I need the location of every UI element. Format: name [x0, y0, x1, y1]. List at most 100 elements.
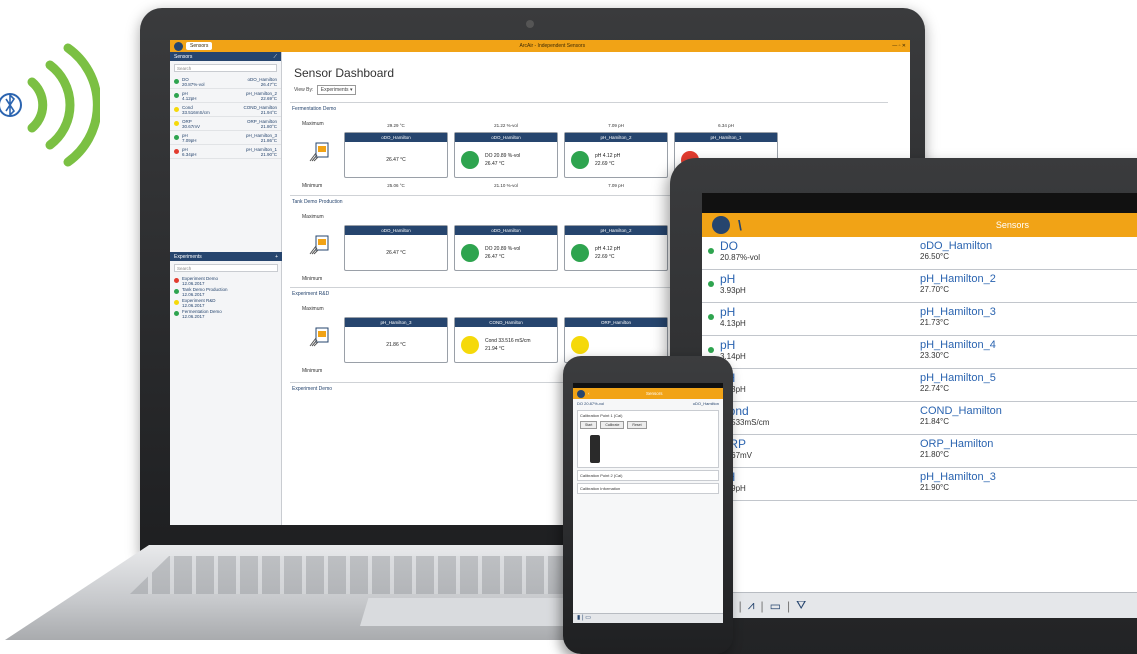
sensor-card[interactable]: COND_Hamilton Cond 33.516 mS/cm 21.94 °C: [454, 317, 558, 363]
experiment-date: 12.06.2017: [182, 302, 205, 308]
tablet-reading: ORP 30.67mV: [720, 438, 920, 461]
tablet-sensor-row[interactable]: pH 4.13pH pH_Hamilton_3 21.73°C: [702, 303, 1137, 336]
sensor-name: ORP_Hamilton: [246, 118, 277, 124]
experiment-search-input[interactable]: Search: [174, 264, 278, 272]
reset-button[interactable]: Reset: [627, 421, 647, 429]
sensor-list-item[interactable]: ORP 30.67mV ORP_Hamilton 21.80°C: [170, 117, 281, 131]
sensor-list-item[interactable]: pH 7.09pH pH_Hamilton_3 21.86°C: [170, 131, 281, 145]
tablet-sensor-row[interactable]: ORP 30.67mV ORP_Hamilton 21.80°C: [702, 435, 1137, 468]
tablet-sensor-row[interactable]: pH6.39pHpH_Hamilton_321.90°C: [702, 468, 1137, 501]
add-experiment-icon[interactable]: +: [275, 254, 278, 260]
sensor-card-temperature: 26.47 °C: [386, 157, 406, 163]
sensor-card[interactable]: pH_Hamilton_2 pH 4.12 pH 22.69 °C: [564, 132, 668, 178]
sensor-card[interactable]: pH_Hamilton_3 21.86 °C: [344, 317, 448, 363]
experiments-panel-title: Experiments: [174, 254, 202, 260]
tablet-reading: DO 20.87%-vol: [720, 240, 920, 263]
start-button[interactable]: Start: [580, 421, 598, 429]
experiment-list-item[interactable]: Experiment R&D 12.06.2017: [170, 297, 282, 308]
tablet-sensor-temp: 23.30°C: [920, 351, 949, 360]
experiment-list-item[interactable]: Tank Demo Production 12.06.2017: [170, 286, 282, 297]
tablet-sensor-row[interactable]: pH 3.93pH pH_Hamilton_2 27.70°C: [702, 270, 1137, 303]
sensor-card[interactable]: pH_Hamilton_2 pH 4.12 pH 22.69 °C: [564, 225, 668, 271]
sensor-identity: COND_Hamilton 21.94°C: [243, 105, 277, 115]
tablet-sensor-name: pH_Hamilton_4: [920, 339, 996, 351]
window-controls-icon[interactable]: — ▫ ✕: [892, 43, 906, 49]
tablet-sensor-temp: 21.90°C: [920, 483, 949, 492]
calibrate-button[interactable]: Calibrate: [600, 421, 625, 429]
tablet-sensor-row[interactable]: Cond 33.533mS/cm COND_Hamilton 21.84°C: [702, 402, 1137, 435]
sensor-card-primary: Cond 33.516 mS/cm: [485, 338, 531, 344]
tablet-sensor-row[interactable]: pH 3.14pH pH_Hamilton_4 23.30°C: [702, 336, 1137, 369]
card-maximum-value: 6.34 pH: [718, 123, 734, 128]
status-indicator: [461, 244, 479, 262]
sensor-temp: 21.80°C: [260, 123, 277, 129]
sensor-list-item[interactable]: Cond 33.516mS/cm COND_Hamilton 21.94°C: [170, 103, 281, 117]
phone-sensor-value: 20.87%-vol: [584, 401, 605, 406]
tablet-sensor-type: DO: [720, 239, 738, 253]
sensor-list-item[interactable]: DO 20.87%-vol oDO_Hamilton 26.47°C: [170, 75, 281, 89]
tablet-sensor-value: 30.67mV: [720, 451, 753, 460]
sensor-card-primary: pH 4.12 pH: [595, 153, 621, 159]
phone-sensor-name: DO: [577, 401, 583, 406]
sensor-card[interactable]: oDO_Hamilton DO 20.89 %-vol 26.47 °C: [454, 225, 558, 271]
sensor-value: 20.87%-vol: [182, 81, 205, 87]
experiment-group-title[interactable]: Fermentation Demo: [290, 103, 888, 115]
card-maximum-value: 7.09 pH: [608, 123, 624, 128]
experiment-list-item[interactable]: Experiment Demo 12.06.2017: [170, 275, 282, 286]
sensor-value: 33.516mS/cm: [182, 109, 210, 115]
sensor-card-secondary: 26.47 °C: [485, 161, 505, 167]
tablet-sensor-type: pH: [720, 272, 736, 286]
sensor-list-item[interactable]: pH 4.12pH pH_Hamilton_2 22.69°C: [170, 89, 281, 103]
tablet-reading: pH 3.14pH: [720, 339, 920, 362]
sensor-card-primary: DO 20.89 %-vol: [485, 153, 521, 159]
sensor-temp: 26.47°C: [260, 81, 277, 87]
view-by-select[interactable]: Experiments ▾: [316, 85, 357, 95]
experiment-date: 12.06.2017: [182, 313, 205, 319]
status-dot: [174, 149, 179, 154]
experiment-list-item[interactable]: Fermentation Demo 12.06.2017: [170, 308, 282, 319]
sensor-card-body: pH 4.12 pH 22.69 °C: [565, 142, 667, 178]
tablet-sensor-name: ORP_Hamilton: [920, 438, 994, 450]
status-dot: [174, 121, 179, 126]
sensors-nav-icon[interactable]: ▮: [577, 615, 580, 621]
tablet-sensor-name: pH_Hamilton_5: [920, 372, 996, 384]
filter-nav-icon[interactable]: ⛛: [796, 598, 806, 613]
status-dot: [174, 289, 179, 294]
probe-icon[interactable]: ⟋: [273, 54, 277, 60]
phone-sensor-summary[interactable]: DO 20.87%-vol oDO_Hamilton: [573, 399, 723, 408]
calibration-point-2[interactable]: Calibration Point 2 (Cal): [577, 470, 719, 481]
phone-bottom-nav: ▮ | ▭: [573, 613, 723, 623]
card-maximum-value: 21.22 %-vol: [494, 123, 518, 128]
sensor-card-values: DO 20.89 %-vol 26.47 °C: [485, 245, 520, 261]
sensor-name: pH_Hamilton_3: [245, 132, 277, 138]
probe-icon[interactable]: \: [738, 217, 742, 233]
tablet-sensor-row[interactable]: DO 20.87%-vol oDO_Hamilton 26.50°C: [702, 237, 1137, 270]
monitor-nav-icon[interactable]: ▭: [770, 599, 781, 613]
sensor-card-secondary: 26.47 °C: [485, 254, 505, 260]
status-indicator: [461, 151, 479, 169]
marketing-composite: Sensors ArcAir - Independent Sensors — ▫…: [0, 0, 1137, 654]
tablet-sensor-type: pH: [720, 372, 920, 385]
sensor-card-body: pH 4.12 pH 22.69 °C: [565, 235, 667, 271]
tablet-sensor-row[interactable]: pH4.63pHpH_Hamilton_522.74°C: [702, 369, 1137, 402]
calibration-information[interactable]: Calibration Information: [577, 483, 719, 494]
experiment-date: 12.06.2017: [182, 291, 205, 297]
sensor-card[interactable]: oDO_Hamilton 26.47 °C: [344, 225, 448, 271]
phone-screen: ‹ Sensors DO 20.87%-vol oDO_Hamilton Cal…: [573, 383, 723, 623]
sensor-card[interactable]: oDO_Hamilton DO 20.89 %-vol 26.47 °C: [454, 132, 558, 178]
sensor-list-item[interactable]: pH 6.34pH pH_Hamilton_1 21.90°C: [170, 145, 281, 159]
sensor-reading: ORP 30.67mV: [182, 119, 247, 129]
sensor-card-values: pH 4.12 pH 22.69 °C: [595, 152, 620, 168]
monitor-nav-icon[interactable]: ▭: [585, 615, 591, 621]
calibration-point-1: Calibration Point 1 (Cal) Start Calibrat…: [577, 410, 719, 468]
sensor-card[interactable]: oDO_Hamilton 26.47 °C: [344, 132, 448, 178]
sensor-search-input[interactable]: Search: [174, 64, 277, 72]
sensor-card-title: pH_Hamilton_2: [565, 226, 667, 235]
chart-nav-icon[interactable]: ⩘: [748, 598, 755, 613]
maximum-label: Maximum: [302, 306, 324, 312]
sensor-card-title: oDO_Hamilton: [345, 133, 447, 142]
tablet-sensor-type: pH: [720, 471, 920, 484]
window-tab[interactable]: Sensors: [186, 42, 213, 50]
tablet-identity: pH_Hamilton_5 22.74°C: [920, 372, 1131, 394]
sensor-card-primary: DO 20.89 %-vol: [485, 246, 521, 252]
